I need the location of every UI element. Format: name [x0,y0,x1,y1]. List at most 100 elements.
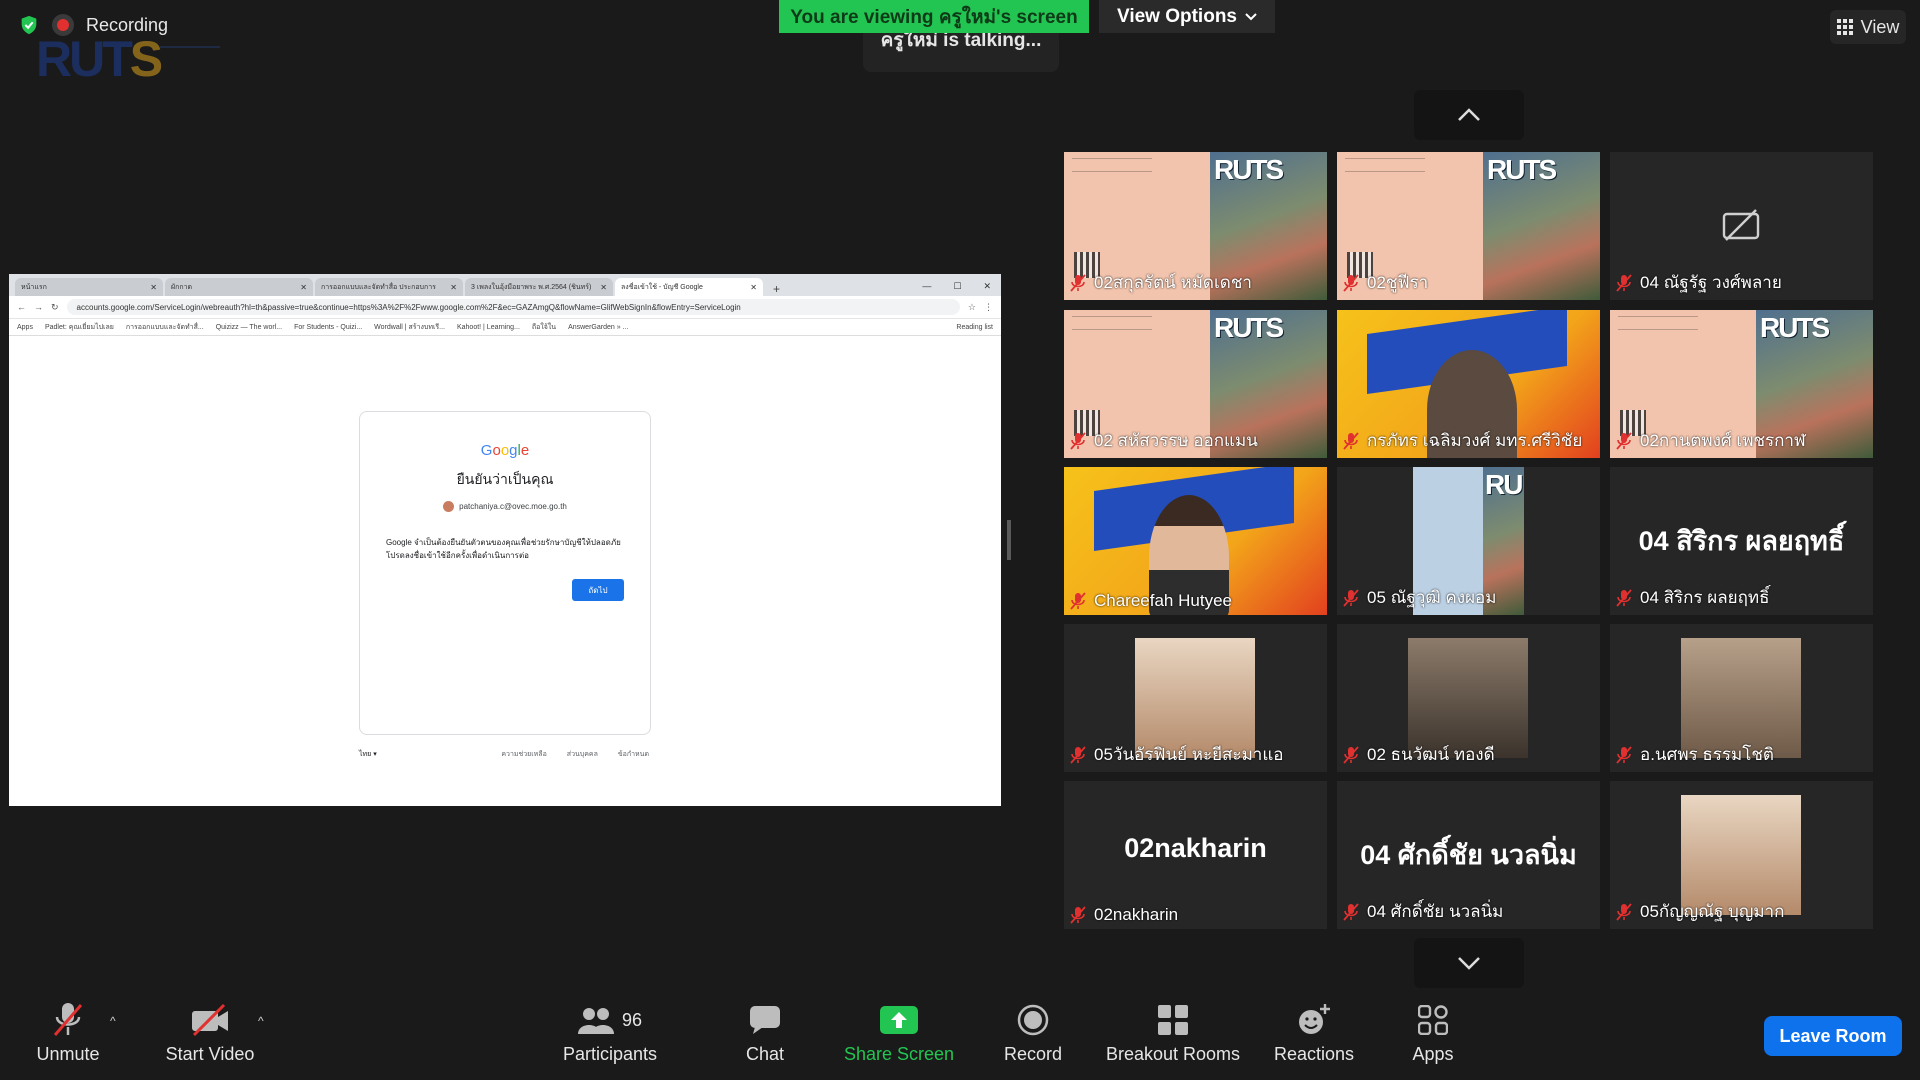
reading-list[interactable]: Reading list [956,324,993,331]
mic-muted-icon [1343,431,1359,450]
participant-name: 02กานตพงศ์ เพชรกาฬ [1616,427,1806,454]
bookmark[interactable]: Quizizz — The worl... [216,324,282,331]
breakout-rooms-label: Breakout Rooms [1105,1044,1241,1064]
bookmark[interactable]: การออกแบบและจัดทำสื่... [126,322,204,333]
bookmark[interactable]: Padlet: คุณเยี่ยมไปเลย [45,322,114,333]
back-icon[interactable]: ← [17,302,26,312]
participant-tile[interactable]: 04 ณัฐรัฐ วงศ์พลาย [1610,152,1873,300]
star-icon[interactable]: ☆ [968,302,976,313]
browser-tab[interactable]: ผักกาด ✕ [165,278,313,296]
browser-tab[interactable]: หน้าแรก ✕ [15,278,163,296]
participant-name: อ.นศพร ธรรมโชติ [1616,741,1774,768]
participant-name: 04 สิริกร ผลยฤทธิ์ [1616,584,1770,611]
menu-icon[interactable]: ⋮ [984,302,993,313]
mic-muted-icon [1616,431,1632,450]
participant-tile[interactable]: 04 ศักดิ์ชัย นวลนิ่ม 04 ศักดิ์ชัย นวลนิ่ม [1337,781,1600,929]
video-options-caret[interactable]: ^ [258,1014,264,1028]
address-row: ← → ↻ accounts.google.com/ServiceLogin/w… [9,296,1001,319]
reactions-label: Reactions [1273,1044,1355,1064]
reactions-icon [1299,1004,1330,1034]
google-logo: Google [480,442,530,459]
participant-name: 02สกุลรัตน์ หมัดเดชา [1070,269,1252,296]
chat-label: Chat [745,1044,785,1064]
window-controls: — ☐ ✕ [922,281,1001,296]
participant-name: 05วันอัรฟินย์ หะยีสะมาแอ [1070,741,1283,768]
shared-screen[interactable]: หน้าแรก ✕ ผักกาด ✕ การออกแบบและจัดทำสื่อ ป… [9,274,1001,806]
audio-options-caret[interactable]: ^ [110,1014,116,1028]
mic-muted-icon [1070,592,1086,610]
participants-button[interactable]: 96 Participants [555,998,665,1080]
help-link[interactable]: ความช่วยเหลือ [501,749,546,760]
account-chip[interactable]: patchaniya.c@ovec.moe.go.th [360,501,650,512]
participant-tile[interactable]: 05วันอัรฟินย์ หะยีสะมาแอ [1064,624,1327,772]
breakout-rooms-button[interactable]: Breakout Rooms [1103,998,1243,1080]
participant-name: 04 ณัฐรัฐ วงศ์พลาย [1616,269,1782,296]
mic-muted-icon [1616,745,1632,764]
unmute-button[interactable]: Unmute [28,998,108,1080]
reload-icon[interactable]: ↻ [51,302,59,313]
split-resize-handle[interactable] [1007,520,1011,560]
view-button[interactable]: View [1830,10,1906,44]
apps-button[interactable]: Apps [1393,998,1473,1080]
new-tab-icon[interactable]: + [765,282,788,296]
reactions-button[interactable]: Reactions [1268,998,1360,1080]
bookmark[interactable]: AnswerGarden » ... [568,324,628,331]
start-video-button[interactable]: Start Video [155,998,265,1080]
google-signin-card: Google ยืนยันว่าเป็นคุณ patchaniya.c@ove… [359,411,651,735]
leave-room-button[interactable]: Leave Room [1764,1016,1902,1056]
mic-muted-icon [1343,745,1359,764]
browser-tab[interactable]: การออกแบบและจัดทำสื่อ ประกอบการ ✕ [315,278,463,296]
view-options-button[interactable]: View Options [1099,0,1275,33]
participant-tile[interactable]: 02nakharin 02nakharin [1064,781,1327,929]
participant-tile[interactable]: Chareefah Hutyee [1064,467,1327,615]
mic-muted-icon [1070,431,1086,450]
terms-link[interactable]: ข้อกำหนด [618,749,649,760]
participant-tile[interactable]: 04 สิริกร ผลยฤทธิ์ 04 สิริกร ผลยฤทธิ์ [1610,467,1873,615]
share-screen-button[interactable]: Share Screen [838,998,960,1080]
participant-name: 02nakharin [1070,905,1178,925]
avatar [1681,795,1801,915]
mic-muted-icon [1070,745,1086,764]
participant-tile[interactable]: RUTS 02กานตพงศ์ เพชรกาฬ [1610,310,1873,458]
participant-tile[interactable]: 02 ธนวัฒน์ ทองดี [1337,624,1600,772]
apps-label: Apps [1412,1044,1454,1064]
participant-tile[interactable]: อ.นศพร ธรรมโชติ [1610,624,1873,772]
breakout-rooms-icon [1158,1005,1188,1035]
participant-name: กรภัทร เฉลิมวงศ์ มทร.ศรีวิชัย [1343,427,1582,454]
participant-tile[interactable]: RUTS 02สกุลรัตน์ หมัดเดชา [1064,152,1327,300]
browser-tab[interactable]: 3 เพลงในอุ้งมือยาพระ พ.ศ.2564 (ชินทร์) ✕ [465,278,613,296]
bookmark[interactable]: ถือใจ้ใน [532,322,556,333]
address-bar[interactable]: accounts.google.com/ServiceLogin/webreau… [66,299,960,315]
video-off-icon [1722,209,1760,241]
close-icon: ✕ [450,282,457,292]
grid-icon [1836,19,1853,35]
participant-tile[interactable]: RUTS 02 สหัสวรรษ ออกแมน [1064,310,1327,458]
participant-tile[interactable]: กรภัทร เฉลิมวงศ์ มทร.ศรีวิชัย [1337,310,1600,458]
participant-name: 04 ศักดิ์ชัย นวลนิ่ม [1343,898,1503,925]
participants-label: Participants [562,1044,658,1064]
participant-tile[interactable]: RUTS 02ชูฟีรา [1337,152,1600,300]
forward-icon[interactable]: → [34,302,43,312]
record-button[interactable]: Record [993,998,1073,1080]
mic-muted-icon [1616,588,1632,607]
signin-footer: ไทย ▾ ความช่วยเหลือ ส่วนบุคคล ข้อกำหนด [359,749,649,760]
gallery-prev-button[interactable] [1414,90,1524,140]
bookmark[interactable]: For Students - Quizi... [294,324,362,331]
browser-tab-bar: หน้าแรก ✕ ผักกาด ✕ การออกแบบและจัดทำสื่อ ป… [9,274,1001,296]
participant-name: 02ชูฟีรา [1343,269,1428,296]
bookmark[interactable]: Kahoot! | Learning... [457,324,520,331]
chat-button[interactable]: Chat [725,998,805,1080]
close-icon: ✕ [600,282,607,292]
participant-name: 05 ณัฐวุฒิ คงผอม [1343,584,1496,611]
language-select[interactable]: ไทย ▾ [359,749,377,760]
participant-tile[interactable]: RU 05 ณัฐวุฒิ คงผอม [1337,467,1600,615]
gallery-next-button[interactable] [1414,938,1524,988]
mic-muted-icon [1070,273,1086,292]
bookmark[interactable]: Apps [17,324,33,331]
bookmark[interactable]: Wordwall | สร้างบทเรี... [374,322,445,333]
participant-tile[interactable]: 05กัญญณัฐ บุญมาก [1610,781,1873,929]
next-button[interactable]: ถัดไป [572,579,624,601]
privacy-link[interactable]: ส่วนบุคคล [567,749,598,760]
bookmarks-bar: Apps Padlet: คุณเยี่ยมไปเลย การออกแบบและ… [9,319,1001,336]
browser-tab-active[interactable]: ลงชื่อเข้าใช้ - บัญชี Google ✕ [615,278,763,296]
